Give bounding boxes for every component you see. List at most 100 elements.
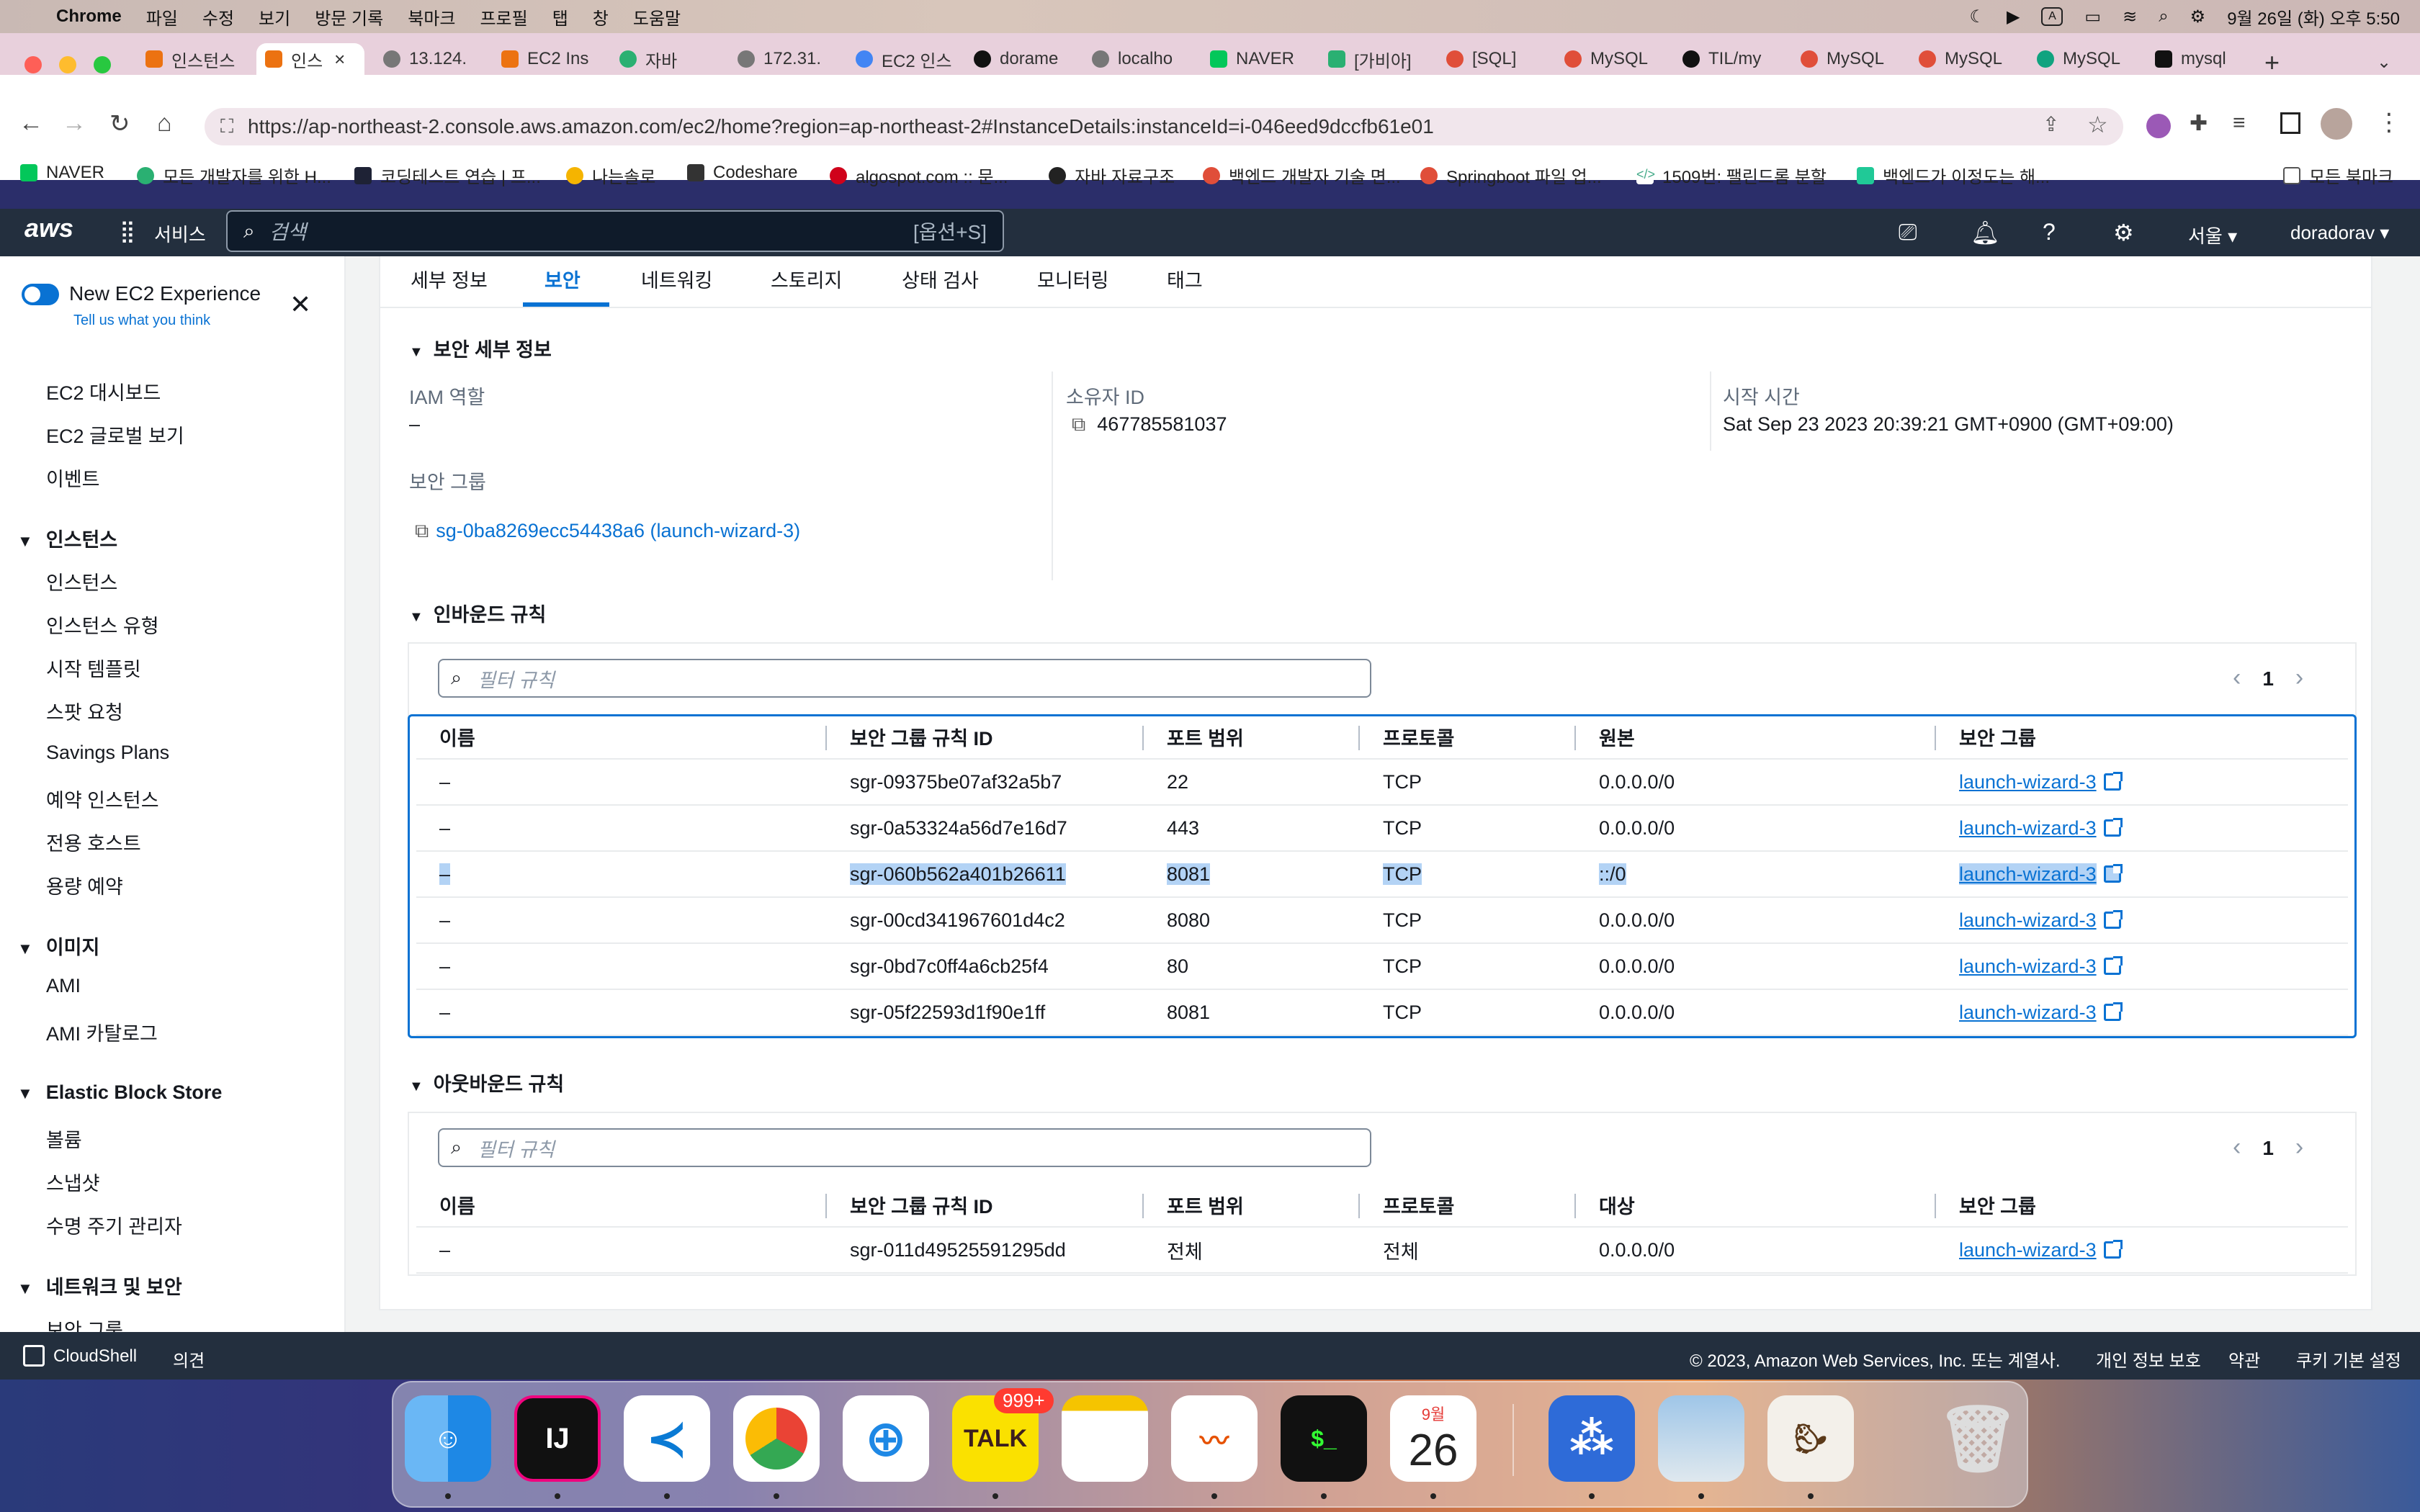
- sidebar-item-security-groups[interactable]: 보안 그룹: [46, 1315, 123, 1332]
- back-button[interactable]: ←: [19, 109, 43, 138]
- sidebar-section-network[interactable]: ▼ 네트워크 및 보안: [17, 1272, 182, 1300]
- column-header[interactable]: 프로토콜: [1360, 1184, 1576, 1228]
- reading-list-icon[interactable]: ≡: [2233, 111, 2246, 135]
- sidebar-item-dashboard[interactable]: EC2 대시보드: [46, 377, 161, 405]
- cookie-preferences-link[interactable]: 쿠키 기본 설정: [2296, 1346, 2401, 1372]
- safari-icon[interactable]: ⊕: [843, 1395, 929, 1482]
- tab-16[interactable]: MySQL: [2028, 43, 2136, 75]
- inbound-filter-input[interactable]: ⌕ 필터 규칙: [438, 659, 1371, 698]
- table-cell[interactable]: launch-wizard-3: [1936, 1227, 2348, 1274]
- address-bar[interactable]: https://ap-northeast-2.console.aws.amazo…: [205, 108, 2123, 145]
- tab-10[interactable]: [가비아]: [1319, 43, 1428, 75]
- security-group-link[interactable]: launch-wizard-3: [1959, 1002, 2097, 1023]
- security-group-link[interactable]: launch-wizard-3: [1959, 955, 2097, 977]
- notifications-bell-icon[interactable]: 🔔︎: [1971, 219, 2000, 246]
- menu-bookmarks[interactable]: 북마크: [408, 4, 455, 30]
- column-header[interactable]: 원본: [1576, 716, 1936, 760]
- column-header[interactable]: 보안 그룹 규칙 ID: [827, 1184, 1144, 1228]
- tell-us-link[interactable]: Tell us what you think: [73, 312, 210, 329]
- services-menu[interactable]: 서비스: [154, 220, 206, 247]
- copy-icon[interactable]: ⧉: [1072, 413, 1085, 435]
- copy-icon[interactable]: ⧉: [415, 520, 429, 541]
- spotlight-icon[interactable]: ⌕: [2159, 6, 2168, 27]
- window-zoom-button[interactable]: [94, 56, 111, 73]
- inbound-rules-heading[interactable]: ▼ 인바운드 규칙: [409, 599, 546, 627]
- side-panel-icon[interactable]: [2280, 112, 2300, 134]
- column-header[interactable]: 보안 그룹: [1936, 716, 2348, 760]
- table-row[interactable]: – sgr-011d49525591295dd 전체 전체 0.0.0.0/0 launc…: [416, 1227, 2348, 1274]
- bookmark-10[interactable]: 백엔드가 이정도는 해...: [1857, 163, 2050, 188]
- menu-tab[interactable]: 탭: [552, 4, 568, 30]
- aws-search-input[interactable]: ⌕ 검색 [옵션+S]: [226, 210, 1004, 252]
- security-group-link[interactable]: launch-wizard-3: [1959, 1239, 2097, 1261]
- dbeaver-icon[interactable]: 🦫︎: [1767, 1395, 1854, 1482]
- bookmark-1[interactable]: 모든 개발자를 위한 H...: [137, 163, 331, 188]
- table-row[interactable]: – sgr-09375be07af32a5b7 22 TCP 0.0.0.0/0 laun…: [416, 759, 2348, 806]
- sidebar-item-instances[interactable]: 인스턴스: [46, 567, 117, 595]
- sidebar-section-instances[interactable]: ▼ 인스턴스: [17, 524, 117, 552]
- outbound-rules-heading[interactable]: ▼ 아웃바운드 규칙: [409, 1068, 564, 1097]
- page-number[interactable]: 1: [2262, 1137, 2274, 1159]
- aws-logo[interactable]: aws: [24, 213, 73, 243]
- tab-9[interactable]: NAVER: [1201, 43, 1309, 75]
- column-header[interactable]: 프로토콜: [1360, 716, 1576, 760]
- external-link-icon[interactable]: [2103, 909, 2123, 929]
- forward-button[interactable]: →: [62, 109, 86, 138]
- bookmark-9[interactable]: </> 1509번: 팰린드롬 분할: [1636, 163, 1827, 188]
- column-header[interactable]: 대상: [1576, 1184, 1936, 1228]
- menu-profile[interactable]: 프로필: [480, 4, 527, 30]
- tab-networking[interactable]: 네트워킹: [641, 265, 712, 293]
- battery-icon[interactable]: ▭: [2084, 6, 2101, 27]
- security-group-link[interactable]: launch-wizard-3: [1959, 817, 2097, 839]
- input-source-icon[interactable]: A: [2041, 7, 2063, 26]
- bookmark-4[interactable]: Codeshare: [687, 163, 797, 183]
- calendar-icon[interactable]: 9월 26: [1390, 1395, 1476, 1482]
- freeform-icon[interactable]: 〰: [1171, 1395, 1258, 1482]
- sidebar-item-spot-requests[interactable]: 스팟 요청: [46, 697, 123, 725]
- column-header[interactable]: 포트 범위: [1144, 1184, 1360, 1228]
- extension-icon[interactable]: [2146, 114, 2171, 138]
- table-cell[interactable]: launch-wizard-3: [1936, 897, 2348, 944]
- terms-link[interactable]: 약관: [2228, 1346, 2260, 1372]
- moon-icon[interactable]: ☾: [1969, 6, 1985, 27]
- window-minimize-button[interactable]: [59, 56, 76, 73]
- tab-close-icon[interactable]: ×: [334, 48, 345, 71]
- sidebar-section-ebs[interactable]: ▼ Elastic Block Store: [17, 1081, 222, 1104]
- intellij-icon[interactable]: IJ: [514, 1395, 601, 1482]
- tab-0[interactable]: 인스턴스: [137, 43, 252, 75]
- table-row[interactable]: – sgr-05f22593d1f90e1ff 8081 TCP 0.0.0.0/0 la…: [416, 989, 2348, 1036]
- security-group-link[interactable]: launch-wizard-3: [1959, 863, 2097, 885]
- reload-button[interactable]: ↻: [109, 109, 130, 138]
- next-page-icon[interactable]: ›: [2295, 1133, 2303, 1161]
- prev-page-icon[interactable]: ‹: [2233, 1133, 2241, 1161]
- cloudshell-icon[interactable]: ⎚: [1899, 219, 1917, 246]
- sidebar-item-global-view[interactable]: EC2 글로벌 보기: [46, 420, 184, 449]
- sidebar-item-savings-plans[interactable]: Savings Plans: [46, 742, 169, 764]
- sidebar-section-images[interactable]: ▼ 이미지: [17, 932, 99, 960]
- external-link-icon[interactable]: [2103, 955, 2123, 975]
- sidebar-item-ami-catalog[interactable]: AMI 카탈로그: [46, 1018, 158, 1046]
- region-selector[interactable]: 서울 ▾: [2188, 222, 2237, 248]
- bookmark-8[interactable]: Springboot 파일 업...: [1420, 163, 1602, 188]
- tab-1-active[interactable]: 인스 ×: [256, 43, 364, 75]
- tab-13[interactable]: TIL/my: [1674, 43, 1782, 75]
- menu-help[interactable]: 도움말: [633, 4, 681, 30]
- sidebar-item-lifecycle[interactable]: 수명 주기 관리자: [46, 1211, 182, 1239]
- sidebar-item-launch-templates[interactable]: 시작 템플릿: [46, 654, 141, 682]
- new-tab-button[interactable]: +: [2264, 48, 2280, 78]
- sidebar-item-reserved[interactable]: 예약 인스턴스: [46, 785, 159, 813]
- column-header[interactable]: 이름: [416, 1184, 827, 1228]
- tab-6[interactable]: EC2 인스: [847, 43, 955, 75]
- tab-11[interactable]: [SQL]: [1438, 43, 1546, 75]
- tab-storage[interactable]: 스토리지: [771, 265, 842, 293]
- tab-status-checks[interactable]: 상태 검사: [902, 265, 979, 293]
- external-link-icon[interactable]: [2103, 1002, 2123, 1021]
- prev-page-icon[interactable]: ‹: [2233, 664, 2241, 691]
- bookmark-0[interactable]: NAVER: [20, 163, 104, 183]
- tab-8[interactable]: localho: [1083, 43, 1191, 75]
- bookmark-6[interactable]: 자바 자료구조: [1049, 163, 1175, 188]
- external-link-icon[interactable]: [2103, 817, 2123, 837]
- chrome-icon[interactable]: [733, 1395, 820, 1482]
- table-cell[interactable]: launch-wizard-3: [1936, 989, 2348, 1036]
- bookmark-all[interactable]: 모든 북마크: [2283, 163, 2393, 188]
